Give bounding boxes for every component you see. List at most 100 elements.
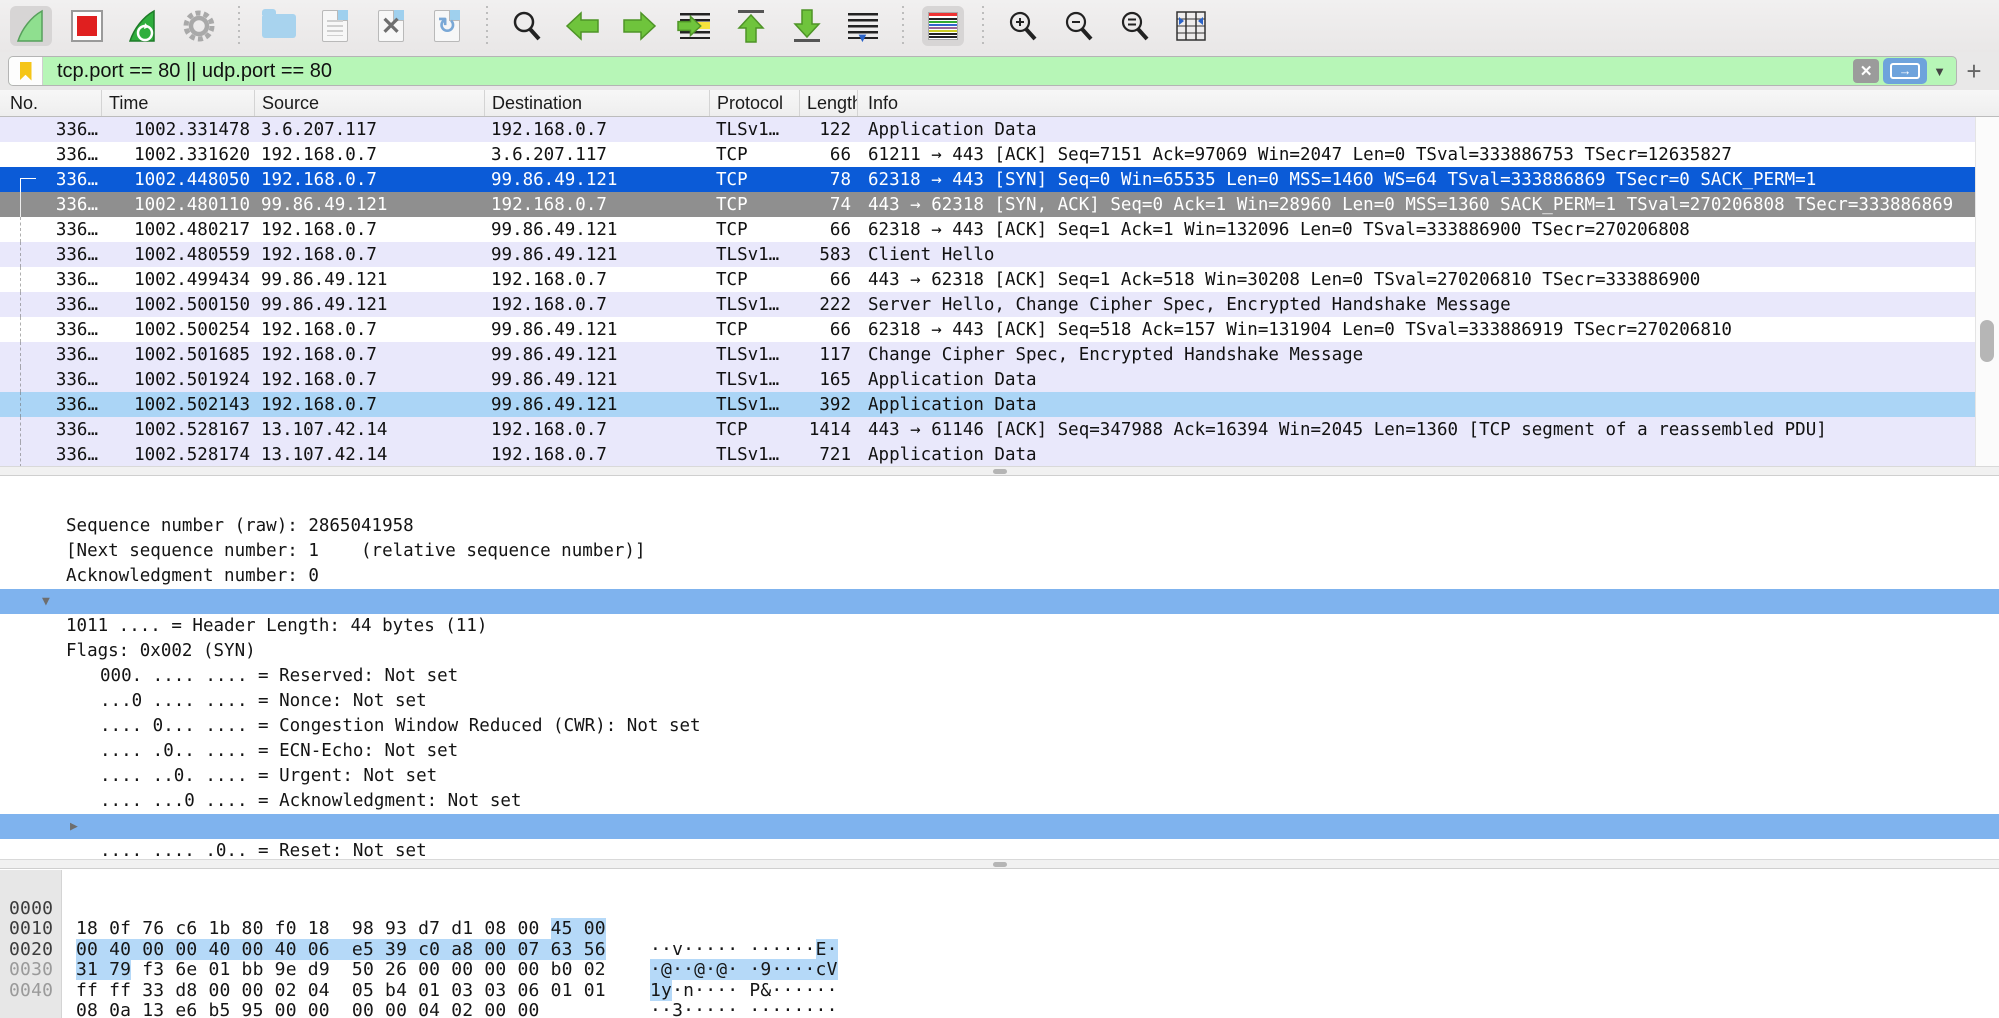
detail-tree-line[interactable]: ...0 .... .... = Nonce: Not set bbox=[0, 639, 1999, 664]
table-row[interactable]: 336… 1002.528174 13.107.42.14 192.168.0.… bbox=[0, 442, 1999, 467]
packet-destination: 99.86.49.121 bbox=[485, 167, 710, 192]
packet-protocol: TCP bbox=[710, 317, 800, 342]
table-row[interactable]: 336… 1002.480559 192.168.0.7 99.86.49.12… bbox=[0, 242, 1999, 267]
expander-triangle-icon[interactable]: ▼ bbox=[42, 589, 50, 614]
packet-source: 192.168.0.7 bbox=[255, 342, 485, 367]
packet-source: 13.107.42.14 bbox=[255, 417, 485, 442]
list-detail-splitter[interactable] bbox=[0, 466, 1999, 476]
packet-protocol: TLSv1… bbox=[710, 342, 800, 367]
display-filter-input[interactable]: tcp.port == 80 || udp.port == 80 ✕ → ▼ bbox=[8, 56, 1957, 86]
close-file-icon[interactable]: ✕ bbox=[370, 6, 412, 46]
colorize-packets-icon[interactable] bbox=[922, 6, 964, 46]
scrollbar-thumb[interactable] bbox=[1980, 320, 1994, 362]
splitter-knob-icon bbox=[993, 469, 1007, 474]
packet-protocol: TCP bbox=[710, 192, 800, 217]
table-row[interactable]: 336… 1002.501924 192.168.0.7 99.86.49.12… bbox=[0, 367, 1999, 392]
wireshark-start-capture-icon[interactable] bbox=[10, 6, 52, 46]
hex-row[interactable]: 0040 08 0a 13 e6 b5 95 00 00 00 00 04 02… bbox=[0, 960, 1999, 981]
filter-apply-button[interactable]: → bbox=[1883, 58, 1927, 84]
column-header-protocol[interactable]: Protocol bbox=[710, 90, 800, 116]
filter-history-caret[interactable]: ▼ bbox=[1933, 64, 1946, 79]
table-row[interactable]: 336… 1002.499434 99.86.49.121 192.168.0.… bbox=[0, 267, 1999, 292]
detail-tree-line[interactable]: 1011 .... = Header Length: 44 bytes (11) bbox=[0, 564, 1999, 589]
packet-list-scrollbar[interactable] bbox=[1975, 117, 1999, 467]
packet-destination: 99.86.49.121 bbox=[485, 392, 710, 417]
detail-tree-line[interactable]: Acknowledgment number: 0 bbox=[0, 514, 1999, 539]
detail-tree-line[interactable]: .... ...0 .... = Acknowledgment: Not set bbox=[0, 739, 1999, 764]
table-row[interactable]: 336… 1002.502143 192.168.0.7 99.86.49.12… bbox=[0, 392, 1999, 417]
detail-tree-line[interactable]: .... .... ...0 = Fin: Not set bbox=[0, 839, 1999, 860]
auto-scroll-icon[interactable] bbox=[842, 6, 884, 46]
zoom-out-icon[interactable] bbox=[1058, 6, 1100, 46]
table-row[interactable]: 336… 1002.480110 99.86.49.121 192.168.0.… bbox=[0, 192, 1999, 217]
expander-triangle-icon[interactable]: ▶ bbox=[70, 814, 78, 839]
packet-time: 1002.501924 bbox=[102, 367, 255, 392]
open-file-folder-icon[interactable] bbox=[258, 6, 300, 46]
packet-info: 61211 → 443 [ACK] Seq=7151 Ack=97069 Win… bbox=[858, 142, 1999, 167]
conversation-line bbox=[20, 242, 21, 267]
capture-options-gear-icon[interactable] bbox=[178, 6, 220, 46]
detail-tree-line[interactable]: .... 0... .... = Congestion Window Reduc… bbox=[0, 664, 1999, 689]
detail-tree-line[interactable]: ▼ Flags: 0x002 (SYN) bbox=[0, 589, 1999, 614]
conversation-line bbox=[20, 392, 21, 417]
conversation-line bbox=[20, 367, 21, 392]
detail-tree-line[interactable]: ▶ .... .... ..1. = Syn: Set bbox=[0, 814, 1999, 839]
detail-tree-line[interactable]: .... .0.. .... = ECN-Echo: Not set bbox=[0, 689, 1999, 714]
detail-tree-line[interactable]: .... .... .0.. = Reset: Not set bbox=[0, 789, 1999, 814]
filter-clear-button[interactable]: ✕ bbox=[1853, 59, 1879, 83]
restart-capture-icon[interactable] bbox=[122, 6, 164, 46]
packet-length: 66 bbox=[800, 317, 858, 342]
save-file-icon[interactable] bbox=[314, 6, 356, 46]
packet-no: 336… bbox=[0, 117, 102, 142]
go-forward-icon[interactable] bbox=[618, 6, 660, 46]
packet-info: Application Data bbox=[858, 442, 1999, 467]
hex-row[interactable]: 0020 31 79 f3 6e 01 bb 9e d9 50 26 00 00… bbox=[0, 919, 1999, 940]
wireshark-window: ✕ ↻ bbox=[0, 0, 1999, 1018]
filter-add-button[interactable]: + bbox=[1957, 56, 1991, 87]
find-packet-icon[interactable] bbox=[506, 6, 548, 46]
stop-capture-icon[interactable] bbox=[66, 6, 108, 46]
table-row[interactable]: 336… 1002.500150 99.86.49.121 192.168.0.… bbox=[0, 292, 1999, 317]
packet-detail-pane: Sequence number (raw): 2865041958 [Next … bbox=[0, 477, 1999, 860]
packet-time: 1002.500254 bbox=[102, 317, 255, 342]
column-header-time[interactable]: Time bbox=[102, 90, 255, 116]
filter-bookmark-button[interactable] bbox=[9, 57, 43, 85]
detail-tree-line[interactable]: 000. .... .... = Reserved: Not set bbox=[0, 614, 1999, 639]
packet-destination: 192.168.0.7 bbox=[485, 192, 710, 217]
hex-row[interactable]: 0030 ff ff 33 d8 00 00 02 04 05 b4 01 03… bbox=[0, 940, 1999, 961]
table-row[interactable]: 336… 1002.501685 192.168.0.7 99.86.49.12… bbox=[0, 342, 1999, 367]
table-row[interactable]: 336… 1002.448050 192.168.0.7 99.86.49.12… bbox=[0, 167, 1999, 192]
filter-expression-text[interactable]: tcp.port == 80 || udp.port == 80 bbox=[43, 60, 1853, 83]
zoom-in-icon[interactable] bbox=[1002, 6, 1044, 46]
go-to-packet-icon[interactable] bbox=[674, 6, 716, 46]
column-header-length[interactable]: Length bbox=[800, 90, 858, 116]
apply-arrow-icon: → bbox=[1890, 63, 1920, 79]
hex-row[interactable]: 0000 18 0f 76 c6 1b 80 f0 18 98 93 d7 d1… bbox=[0, 878, 1999, 899]
column-header-info[interactable]: Info bbox=[858, 90, 1999, 116]
detail-tree-line[interactable]: Sequence number (raw): 2865041958 bbox=[0, 477, 1999, 489]
hex-row[interactable]: 0010 00 40 00 00 40 00 40 06 e5 39 c0 a8… bbox=[0, 899, 1999, 920]
detail-tree-line[interactable]: Acknowledgment number (raw): 0 bbox=[0, 539, 1999, 564]
go-to-top-icon[interactable] bbox=[730, 6, 772, 46]
zoom-reset-icon[interactable] bbox=[1114, 6, 1156, 46]
table-row[interactable]: 336… 1002.331478 3.6.207.117 192.168.0.7… bbox=[0, 117, 1999, 142]
table-row[interactable]: 336… 1002.480217 192.168.0.7 99.86.49.12… bbox=[0, 217, 1999, 242]
column-header-destination[interactable]: Destination bbox=[485, 90, 710, 116]
go-back-icon[interactable] bbox=[562, 6, 604, 46]
detail-hex-splitter[interactable] bbox=[0, 859, 1999, 869]
detail-tree-line[interactable]: .... ..0. .... = Urgent: Not set bbox=[0, 714, 1999, 739]
resize-columns-icon[interactable] bbox=[1170, 6, 1212, 46]
hex-bytes: ff ff 33 d8 00 00 02 04 05 b4 01 03 03 0… bbox=[76, 981, 606, 1002]
packet-info: Application Data bbox=[858, 367, 1999, 392]
detail-tree-line[interactable]: [Next sequence number: 1 (relative seque… bbox=[0, 489, 1999, 514]
reload-file-icon[interactable]: ↻ bbox=[426, 6, 468, 46]
column-header-source[interactable]: Source bbox=[255, 90, 485, 116]
detail-tree-line[interactable]: .... .... 0... = Push: Not set bbox=[0, 764, 1999, 789]
column-header-no[interactable]: No. bbox=[0, 90, 102, 116]
packet-length: 165 bbox=[800, 367, 858, 392]
go-to-bottom-icon[interactable] bbox=[786, 6, 828, 46]
table-row[interactable]: 336… 1002.528167 13.107.42.14 192.168.0.… bbox=[0, 417, 1999, 442]
table-row[interactable]: 336… 1002.500254 192.168.0.7 99.86.49.12… bbox=[0, 317, 1999, 342]
toolbar-separator bbox=[902, 6, 904, 46]
table-row[interactable]: 336… 1002.331620 192.168.0.7 3.6.207.117… bbox=[0, 142, 1999, 167]
